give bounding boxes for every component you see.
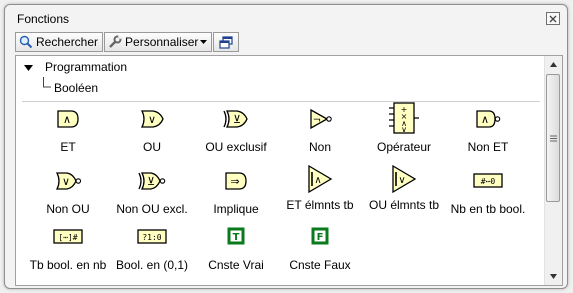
function-xnor[interactable]: ⊻ Non OU excl. <box>108 168 196 216</box>
search-icon <box>19 35 33 49</box>
function-label: Opérateur <box>376 140 432 154</box>
scroll-up-button[interactable] <box>545 56 562 73</box>
svg-text:⊻: ⊻ <box>147 175 155 188</box>
scroll-up-icon <box>550 62 557 67</box>
function-label: Tb bool. en nb <box>29 258 107 272</box>
svg-text:⊻: ⊻ <box>233 113 241 126</box>
functions-palette-window: Fonctions Rechercher Personnaliser Progr… <box>4 4 568 289</box>
function-or-array-elements[interactable]: ∨ OU élmnts tb <box>360 164 448 212</box>
function-and[interactable]: ∧ ET <box>24 106 112 154</box>
svg-text:∧: ∧ <box>481 113 489 126</box>
function-label: Cnste Faux <box>289 258 351 272</box>
toolbar: Rechercher Personnaliser <box>15 32 240 54</box>
svg-text:#⋯0: #⋯0 <box>481 177 496 186</box>
grip-icon <box>549 135 557 141</box>
not-icon: ¬ <box>310 108 332 130</box>
function-label: Non ET <box>467 140 509 154</box>
customize-button-label: Personnaliser <box>125 35 199 49</box>
function-label: ET <box>60 140 76 154</box>
svg-text:∨: ∨ <box>148 113 156 126</box>
function-not[interactable]: ¬ Non <box>276 106 364 154</box>
palette-panel: Programmation Booléen ∧ ET ∨ OU ⊻ OU exc… <box>15 55 563 286</box>
function-label: ET élmnts tb <box>286 198 354 212</box>
function-label: OU exclusif <box>205 140 267 154</box>
svg-text:∨: ∨ <box>401 125 407 134</box>
svg-text:F: F <box>317 232 324 243</box>
function-label: Implique <box>213 202 259 216</box>
function-compound-operator[interactable]: + × ∧ ∨ Opérateur <box>360 102 448 154</box>
function-label: Non OU excl. <box>116 202 188 216</box>
function-label: Cnste Vrai <box>208 258 264 272</box>
svg-text:∧: ∧ <box>63 113 71 126</box>
implies-icon: ⇒ <box>225 172 247 190</box>
scroll-down-button[interactable] <box>545 268 562 285</box>
function-false-constant[interactable]: F Cnste Faux <box>276 224 364 272</box>
search-button-label: Rechercher <box>36 35 99 49</box>
function-number-to-boolean-array[interactable]: #⋯0 Nb en tb bool. <box>444 168 532 216</box>
compound-operator-icon: + × ∧ ∨ <box>389 102 419 134</box>
wrench-icon <box>109 35 122 48</box>
function-xor[interactable]: ⊻ OU exclusif <box>192 106 280 154</box>
window-restore-icon <box>219 35 234 49</box>
svg-text:⇒: ⇒ <box>230 175 239 188</box>
scrollbar-thumb[interactable] <box>546 74 560 202</box>
xor-icon: ⊻ <box>223 110 248 128</box>
boolean-to-0-1-icon: ?1:0 <box>137 229 167 244</box>
collapse-triangle-icon[interactable] <box>24 65 33 72</box>
or-array-elements-icon: ∨ <box>392 164 417 194</box>
true-constant-icon: T <box>227 227 245 245</box>
window-title: Fonctions <box>17 12 70 26</box>
nor-icon: ∨ <box>55 172 82 190</box>
function-and-array-elements[interactable]: ∧ ET élmnts tb <box>276 164 364 212</box>
function-implies[interactable]: ⇒ Implique <box>192 168 280 216</box>
number-to-boolean-array-icon: #⋯0 <box>473 173 503 188</box>
false-constant-icon: F <box>311 227 329 245</box>
customize-button[interactable]: Personnaliser <box>104 32 213 52</box>
close-icon <box>549 15 557 22</box>
xnor-icon: ⊻ <box>138 172 166 190</box>
tree-child-boolean[interactable]: Booléen <box>54 81 98 95</box>
boolean-array-to-number-icon: [⋯]# <box>53 229 83 244</box>
function-nor[interactable]: ∨ Non OU <box>24 168 112 216</box>
and-array-elements-icon: ∧ <box>308 164 333 194</box>
separator <box>22 101 540 102</box>
function-label: Nb en tb bool. <box>450 202 526 216</box>
palette-view-button[interactable] <box>213 32 240 52</box>
svg-text:[⋯]#: [⋯]# <box>58 233 77 242</box>
function-label: OU <box>143 140 161 154</box>
function-boolean-array-to-number[interactable]: [⋯]# Tb bool. en nb <box>24 224 112 272</box>
scroll-down-icon <box>550 274 557 279</box>
svg-text:∧: ∧ <box>314 175 321 186</box>
and-icon: ∧ <box>57 110 79 128</box>
svg-text:?1:0: ?1:0 <box>142 233 161 242</box>
svg-text:∨: ∨ <box>62 175 70 188</box>
tree-root-programming[interactable]: Programmation <box>45 60 127 74</box>
svg-text:∨: ∨ <box>398 175 405 186</box>
function-label: Non OU <box>46 202 90 216</box>
chevron-down-icon <box>200 40 208 44</box>
search-button[interactable]: Rechercher <box>15 32 104 52</box>
vertical-scrollbar[interactable] <box>544 56 562 285</box>
function-true-constant[interactable]: T Cnste Vrai <box>192 224 280 272</box>
close-button[interactable] <box>546 12 560 25</box>
function-label: Non <box>308 140 331 154</box>
svg-text:¬: ¬ <box>313 115 321 126</box>
function-or[interactable]: ∨ OU <box>108 106 196 154</box>
function-nand[interactable]: ∧ Non ET <box>444 106 532 154</box>
function-label: Bool. en (0,1) <box>115 258 189 272</box>
function-boolean-to-0-1[interactable]: ?1:0 Bool. en (0,1) <box>108 224 196 272</box>
nand-icon: ∧ <box>476 110 501 128</box>
or-icon: ∨ <box>140 110 164 128</box>
tree-branch-line <box>43 77 51 88</box>
svg-text:T: T <box>233 232 240 243</box>
function-label: OU élmnts tb <box>368 198 440 212</box>
